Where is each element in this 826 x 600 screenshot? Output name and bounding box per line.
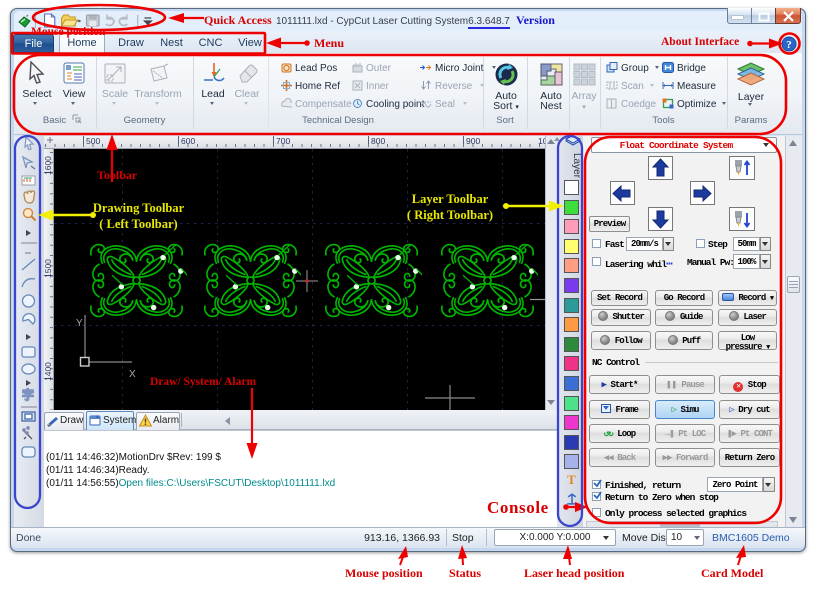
svg-text:600: 600: [181, 136, 195, 146]
svg-text:Y: Y: [76, 318, 83, 329]
svg-text:1500: 1500: [44, 259, 53, 278]
svg-text:700: 700: [276, 136, 290, 146]
svg-text:800: 800: [371, 136, 385, 146]
svg-text:1400: 1400: [44, 362, 53, 381]
svg-text:900: 900: [466, 136, 480, 146]
svg-text:500: 500: [86, 136, 100, 146]
svg-text:X: X: [129, 369, 136, 380]
svg-text:?: ?: [786, 39, 792, 51]
svg-text:1600: 1600: [44, 156, 53, 175]
svg-text:字: 字: [22, 387, 34, 402]
